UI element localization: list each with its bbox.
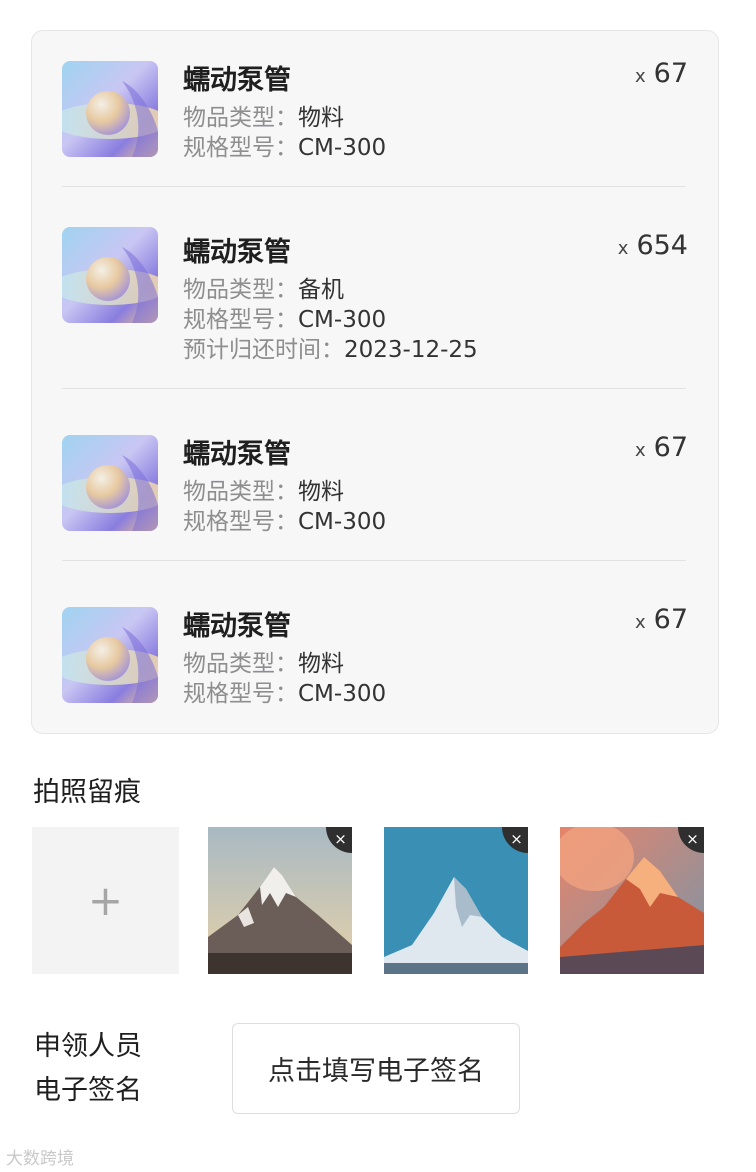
item-divider	[62, 186, 686, 187]
item-quantity: x 654	[618, 230, 688, 261]
item-type-label: 物品类型：	[183, 277, 298, 303]
item-type-value: 物料	[298, 651, 344, 677]
quantity-prefix: x	[634, 66, 646, 87]
quantity-value: 67	[653, 432, 688, 463]
item-name: 蠕动泵管	[183, 611, 291, 642]
item-model-value: CM-300	[298, 307, 387, 333]
item-type-value: 备机	[298, 277, 344, 303]
item-model-value: CM-300	[298, 509, 387, 535]
list-item[interactable]: 蠕动泵管 x 654 物品类型：备机 规格型号：CM-300 预计归还时间：202…	[32, 197, 718, 389]
item-model-row: 规格型号：CM-300	[183, 679, 386, 709]
product-thumbnail	[62, 227, 158, 323]
item-model-label: 规格型号：	[183, 307, 298, 333]
item-model-value: CM-300	[298, 681, 387, 707]
photo-thumbnail[interactable]: ×	[384, 827, 528, 974]
item-name: 蠕动泵管	[183, 65, 291, 96]
item-type-row: 物品类型：物料	[183, 103, 344, 133]
item-model-label: 规格型号：	[183, 135, 298, 161]
quantity-value: 67	[653, 604, 688, 635]
quantity-value: 67	[653, 58, 688, 89]
item-divider	[62, 388, 686, 389]
item-type-label: 物品类型：	[183, 479, 298, 505]
plus-icon: +	[87, 875, 124, 925]
item-return-date-value: 2023-12-25	[344, 337, 478, 363]
item-model-row: 规格型号：CM-300	[183, 133, 386, 163]
item-type-label: 物品类型：	[183, 105, 298, 131]
signature-label-line2: 电子签名	[34, 1075, 142, 1106]
item-model-row: 规格型号：CM-300	[183, 507, 386, 537]
item-type-row: 物品类型：物料	[183, 477, 344, 507]
list-item[interactable]: 蠕动泵管 x 67 物品类型：物料 规格型号：CM-300	[32, 571, 718, 733]
photo-section-title: 拍照留痕	[33, 777, 141, 808]
item-return-date-row: 预计归还时间：2023-12-25	[183, 335, 478, 365]
watermark: 大数跨境	[6, 1149, 74, 1169]
quantity-prefix: x	[617, 238, 629, 259]
item-quantity: x 67	[635, 604, 688, 635]
item-type-value: 物料	[298, 105, 344, 131]
signature-button[interactable]: 点击填写电子签名	[232, 1023, 520, 1114]
item-type-row: 物品类型：备机	[183, 275, 344, 305]
item-model-row: 规格型号：CM-300	[183, 305, 386, 335]
item-quantity: x 67	[635, 432, 688, 463]
item-type-row: 物品类型：物料	[183, 649, 344, 679]
item-return-date-label: 预计归还时间：	[183, 337, 344, 363]
list-item[interactable]: 蠕动泵管 x 67 物品类型：物料 规格型号：CM-300	[32, 31, 718, 187]
photo-thumbnail[interactable]: ×	[560, 827, 704, 974]
item-type-label: 物品类型：	[183, 651, 298, 677]
item-name: 蠕动泵管	[183, 439, 291, 470]
item-type-value: 物料	[298, 479, 344, 505]
item-model-value: CM-300	[298, 135, 387, 161]
item-model-label: 规格型号：	[183, 681, 298, 707]
item-divider	[62, 560, 686, 561]
signature-label-line1: 申领人员	[34, 1031, 142, 1062]
item-list-card: 蠕动泵管 x 67 物品类型：物料 规格型号：CM-300 蠕动泵管 x 654 物…	[31, 30, 719, 734]
product-thumbnail	[62, 61, 158, 157]
add-photo-button[interactable]: +	[32, 827, 179, 974]
list-item[interactable]: 蠕动泵管 x 67 物品类型：物料 规格型号：CM-300	[32, 399, 718, 561]
photo-thumbnail[interactable]: ×	[208, 827, 352, 974]
product-thumbnail	[62, 607, 158, 703]
item-name: 蠕动泵管	[183, 237, 291, 268]
product-thumbnail	[62, 435, 158, 531]
quantity-value: 654	[636, 230, 688, 261]
quantity-prefix: x	[634, 612, 646, 633]
item-model-label: 规格型号：	[183, 509, 298, 535]
item-quantity: x 67	[635, 58, 688, 89]
signature-label: 申领人员 电子签名	[34, 1025, 142, 1113]
quantity-prefix: x	[634, 440, 646, 461]
